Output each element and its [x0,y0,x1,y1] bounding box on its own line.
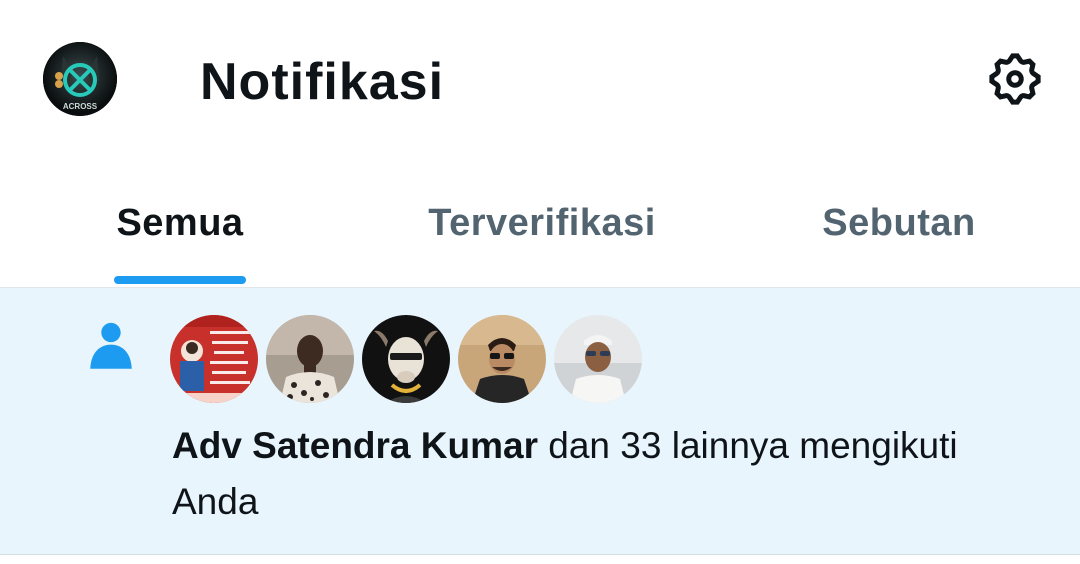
follower-avatar[interactable] [362,315,450,403]
notification-message: Adv Satendra Kumar dan 33 lainnya mengik… [172,418,1032,530]
follower-avatar[interactable] [266,315,354,403]
profile-avatar-label: ACROSS [63,102,98,111]
profile-avatar[interactable]: ACROSS [43,42,117,116]
avatar-image [170,315,258,403]
tab-semua[interactable]: Semua [80,170,280,287]
tab-sebutan[interactable]: Sebutan [780,170,1018,287]
actor-name[interactable]: Adv Satendra Kumar [172,425,538,466]
tab-label: Sebutan [822,202,976,244]
person-icon [90,322,132,369]
settings-button[interactable] [980,44,1050,114]
follower-avatar[interactable] [458,315,546,403]
tab-label: Semua [116,202,244,244]
follower-avatar[interactable] [554,315,642,403]
follower-avatar[interactable] [170,315,258,403]
tab-label: Terverifikasi [428,202,656,244]
avatar-image [266,315,354,403]
active-tab-indicator [114,276,246,284]
notifications-screen: ACROSS Notifikasi Semua Terverifikasi Se… [0,0,1080,564]
profile-avatar-image: ACROSS [43,42,117,116]
avatar-image [362,315,450,403]
gear-icon [989,53,1041,105]
avatar-image [554,315,642,403]
tab-bar: Semua Terverifikasi Sebutan [0,170,1080,288]
top-app-bar: ACROSS Notifikasi [0,0,1080,170]
tab-terverifikasi[interactable]: Terverifikasi [400,170,684,287]
avatar-image [458,315,546,403]
page-title: Notifikasi [200,53,445,111]
follower-avatars [170,315,642,403]
follow-notification[interactable]: Adv Satendra Kumar dan 33 lainnya mengik… [0,288,1080,555]
